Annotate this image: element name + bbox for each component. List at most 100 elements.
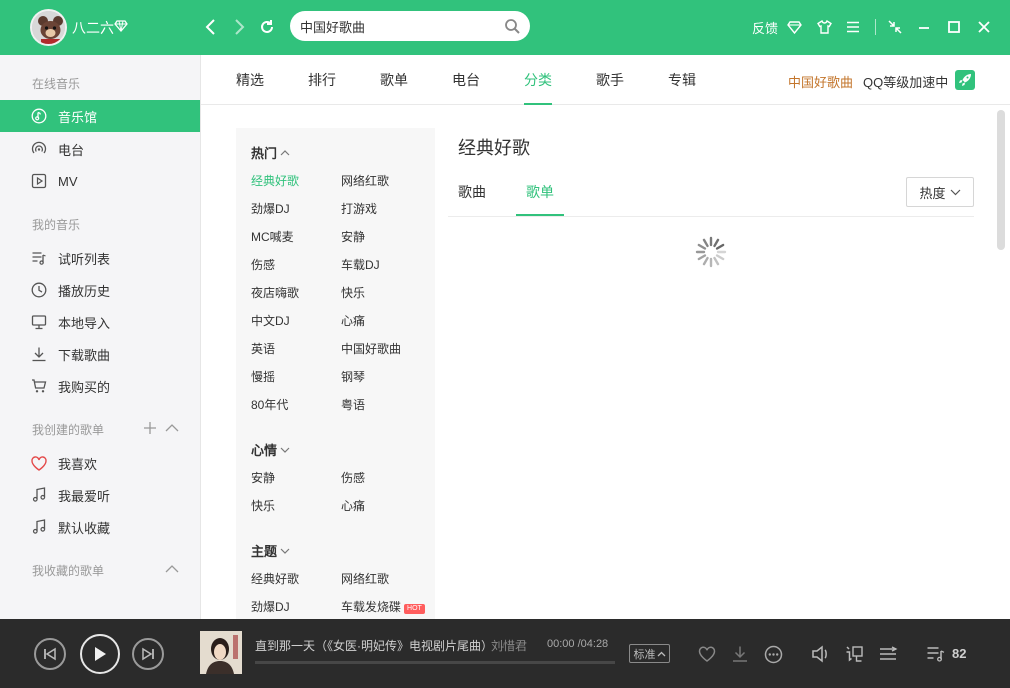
play-mode-button[interactable] (877, 643, 899, 665)
sidebar-item-purchased[interactable]: 我购买的 (0, 370, 200, 402)
feedback-link[interactable]: 反馈 (752, 18, 778, 37)
sidebar-item-label: 试听列表 (58, 251, 111, 267)
category-item[interactable]: 中国好歌曲 (341, 340, 401, 357)
category-item[interactable]: 安静 (341, 228, 365, 245)
subtab-playlists[interactable]: 歌单 (516, 168, 564, 216)
username[interactable]: 八二六 (72, 18, 114, 38)
category-item[interactable]: 网络红歌 (341, 172, 389, 189)
category-item[interactable]: 心痛 (341, 312, 365, 329)
download-button[interactable] (729, 643, 751, 665)
sidebar-item-downloads[interactable]: 下载歌曲 (0, 338, 200, 370)
vip-diamond-icon[interactable] (114, 20, 128, 32)
tab-singers[interactable]: 歌手 (596, 55, 624, 105)
song-artist[interactable]: 刘惜君 (491, 637, 531, 654)
collapse-created-button[interactable] (165, 421, 179, 435)
chevron-down-icon (280, 548, 290, 554)
category-item[interactable]: 伤感 (251, 256, 275, 273)
category-item[interactable]: 快乐 (341, 284, 365, 301)
playlist-icon (30, 249, 48, 267)
sidebar-item-mv[interactable]: MV (0, 165, 200, 197)
category-item[interactable]: 劲爆DJ (251, 598, 290, 615)
avatar[interactable] (30, 9, 67, 46)
playlist-queue-button[interactable] (925, 643, 947, 665)
sidebar-item-favorites[interactable]: 我喜欢 (0, 447, 200, 479)
maximize-button[interactable] (944, 17, 964, 37)
quality-selector[interactable]: 标准 (629, 644, 670, 663)
refresh-button[interactable] (256, 16, 278, 38)
category-item[interactable]: 夜店嗨歌 (251, 284, 299, 301)
tab-albums[interactable]: 专辑 (668, 55, 696, 105)
forward-button[interactable] (228, 16, 250, 38)
category-group-theme[interactable]: 主题 (251, 541, 290, 560)
category-item[interactable]: 粤语 (341, 396, 365, 413)
search-icon[interactable] (504, 18, 520, 34)
sort-dropdown[interactable]: 热度 (906, 177, 974, 207)
next-button[interactable] (132, 638, 164, 670)
like-button[interactable] (696, 643, 718, 665)
tab-playlists[interactable]: 歌单 (380, 55, 408, 105)
close-button[interactable] (974, 17, 994, 37)
more-button[interactable] (762, 643, 784, 665)
tab-featured[interactable]: 精选 (236, 55, 264, 105)
category-item[interactable]: 快乐 (251, 497, 275, 514)
main-menu-button[interactable] (843, 17, 863, 37)
category-item[interactable]: 中文DJ (251, 312, 290, 329)
sidebar-item-local-import[interactable]: 本地导入 (0, 306, 200, 338)
progress-bar[interactable] (255, 661, 615, 664)
minimize-button[interactable] (914, 17, 934, 37)
sidebar-item-history[interactable]: 播放历史 (0, 274, 200, 306)
album-cover[interactable] (200, 631, 242, 674)
subtab-divider (448, 216, 974, 217)
back-button[interactable] (200, 16, 222, 38)
radio-icon (30, 140, 48, 158)
category-item[interactable]: 网络红歌 (341, 570, 389, 587)
qq-speed-link[interactable]: QQ等级加速中 (863, 72, 948, 91)
category-item[interactable]: 慢摇 (251, 368, 275, 385)
quality-label: 标准 (633, 648, 656, 661)
skin-button[interactable] (814, 17, 834, 37)
category-item[interactable]: 安静 (251, 469, 275, 486)
sidebar-item-most-loved[interactable]: 我最爱听 (0, 479, 200, 511)
sidebar-item-default-collection[interactable]: 默认收藏 (0, 511, 200, 543)
category-item[interactable]: 80年代 (251, 396, 288, 413)
subtab-songs[interactable]: 歌曲 (458, 168, 486, 216)
category-group-hot[interactable]: 热门 (251, 143, 290, 162)
history-icon (30, 281, 48, 299)
song-title[interactable]: 直到那一天（《女医·明妃传》电视剧片尾曲） - (255, 637, 504, 654)
category-item[interactable]: 伤感 (341, 469, 365, 486)
category-item[interactable]: 车载DJ (341, 256, 380, 273)
category-item-with-badge[interactable]: 车载发烧碟 HOT (341, 598, 425, 615)
category-item[interactable]: 经典好歌 (251, 172, 299, 189)
category-item[interactable]: 经典好歌 (251, 570, 299, 587)
promo-link[interactable]: 中国好歌曲 (788, 72, 853, 91)
tab-category[interactable]: 分类 (524, 55, 552, 105)
lyrics-button[interactable] (844, 643, 866, 665)
category-item[interactable]: 劲爆DJ (251, 200, 290, 217)
tab-ranking[interactable]: 排行 (308, 55, 336, 105)
sidebar-item-music-hall[interactable]: 音乐馆 (0, 100, 200, 132)
category-item[interactable]: 英语 (251, 340, 275, 357)
category-item[interactable]: MC喊麦 (251, 228, 294, 245)
category-item[interactable]: 打游戏 (341, 200, 377, 217)
chevron-down-icon (280, 447, 290, 453)
volume-button[interactable] (810, 643, 832, 665)
category-item[interactable]: 钢琴 (341, 368, 365, 385)
mini-mode-button[interactable] (885, 17, 905, 37)
mv-icon (30, 172, 48, 190)
play-icon (95, 647, 106, 661)
play-button[interactable] (80, 634, 120, 674)
sidebar-item-label: 我购买的 (58, 379, 111, 395)
rocket-button[interactable] (955, 70, 975, 90)
vip-diamond-button[interactable] (784, 17, 804, 37)
song-time: 00:00 /04:28 (547, 638, 608, 650)
previous-button[interactable] (34, 638, 66, 670)
category-item[interactable]: 心痛 (341, 497, 365, 514)
category-group-mood[interactable]: 心情 (251, 440, 290, 459)
scrollbar[interactable] (997, 110, 1005, 250)
tab-radio[interactable]: 电台 (452, 55, 480, 105)
search-input[interactable] (300, 11, 500, 41)
sidebar-item-radio[interactable]: 电台 (0, 133, 200, 165)
add-playlist-button[interactable] (143, 421, 157, 435)
collapse-collected-button[interactable] (165, 562, 179, 576)
sidebar-item-playlist[interactable]: 试听列表 (0, 242, 200, 274)
